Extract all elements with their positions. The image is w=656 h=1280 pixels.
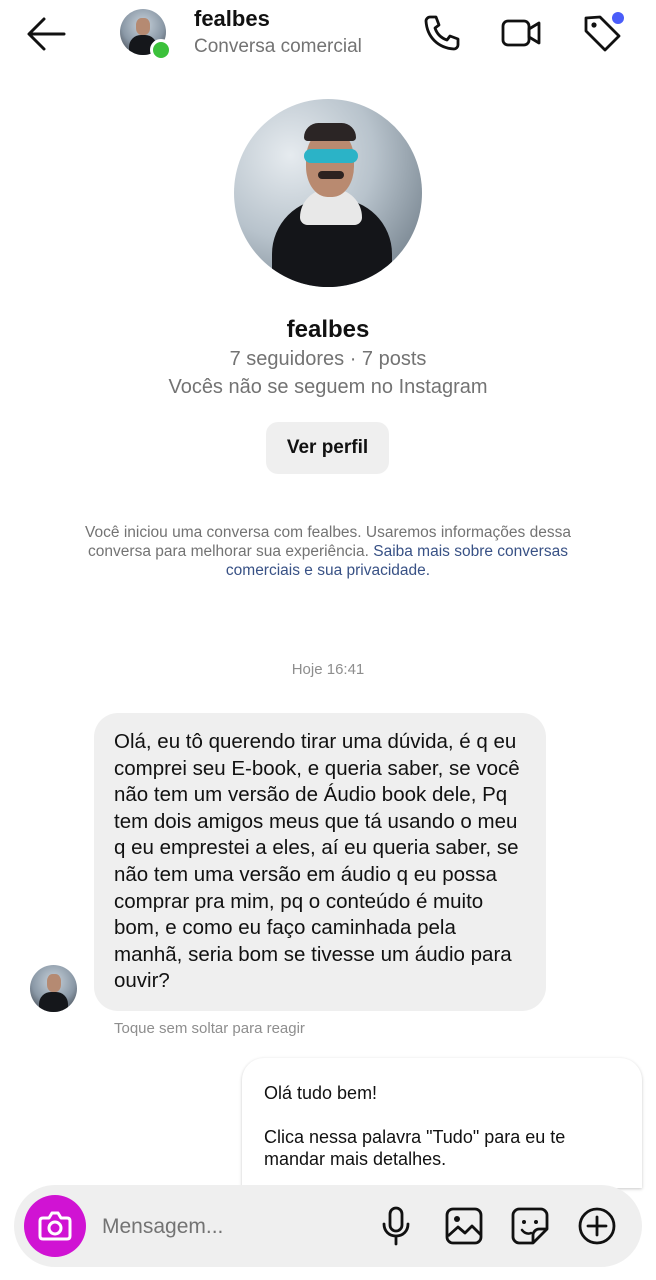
image-icon[interactable]	[443, 1205, 485, 1247]
plus-circle-icon[interactable]	[576, 1205, 618, 1247]
message-composer	[14, 1185, 642, 1267]
profile-avatar[interactable]	[234, 99, 422, 287]
profile-relation: Vocês não se seguem no Instagram	[168, 376, 488, 398]
header-subtitle: Conversa comercial	[194, 36, 362, 57]
message-input[interactable]	[100, 1201, 364, 1253]
view-profile-button[interactable]: Ver perfil	[266, 422, 389, 474]
video-camera-icon[interactable]	[500, 12, 542, 54]
arrow-left-icon[interactable]	[24, 14, 68, 54]
sticker-icon[interactable]	[509, 1205, 551, 1247]
phone-icon[interactable]	[421, 12, 463, 54]
react-hint: Toque sem soltar para reagir	[114, 1020, 305, 1037]
camera-button[interactable]	[24, 1195, 86, 1257]
header-username[interactable]: fealbes	[194, 6, 270, 32]
message-timestamp: Hoje 16:41	[291, 661, 365, 678]
outgoing-message-line: Olá tudo bem!	[264, 1083, 378, 1103]
sender-avatar[interactable]	[30, 965, 77, 1012]
chat-header: fealbes Conversa comercial	[0, 0, 656, 70]
outgoing-message-bubble[interactable]: Olá tudo bem! Clica nessa palavra "Tudo"…	[242, 1058, 642, 1188]
profile-name: fealbes	[286, 316, 370, 343]
online-status-dot	[150, 39, 172, 61]
incoming-message-bubble[interactable]: Olá, eu tô querendo tirar uma dúvida, é …	[94, 713, 546, 1011]
notification-dot	[612, 12, 624, 24]
business-chat-disclaimer: Você iniciou uma conversa com fealbes. U…	[58, 523, 598, 580]
camera-icon	[38, 1211, 72, 1241]
profile-stats: 7 seguidores · 7 posts	[229, 348, 427, 370]
microphone-icon[interactable]	[375, 1205, 417, 1247]
incoming-message-text: Olá, eu tô querendo tirar uma dúvida, é …	[114, 730, 520, 993]
outgoing-message-line: Clica nessa palavra "Tudo" para eu te ma…	[264, 1127, 566, 1169]
